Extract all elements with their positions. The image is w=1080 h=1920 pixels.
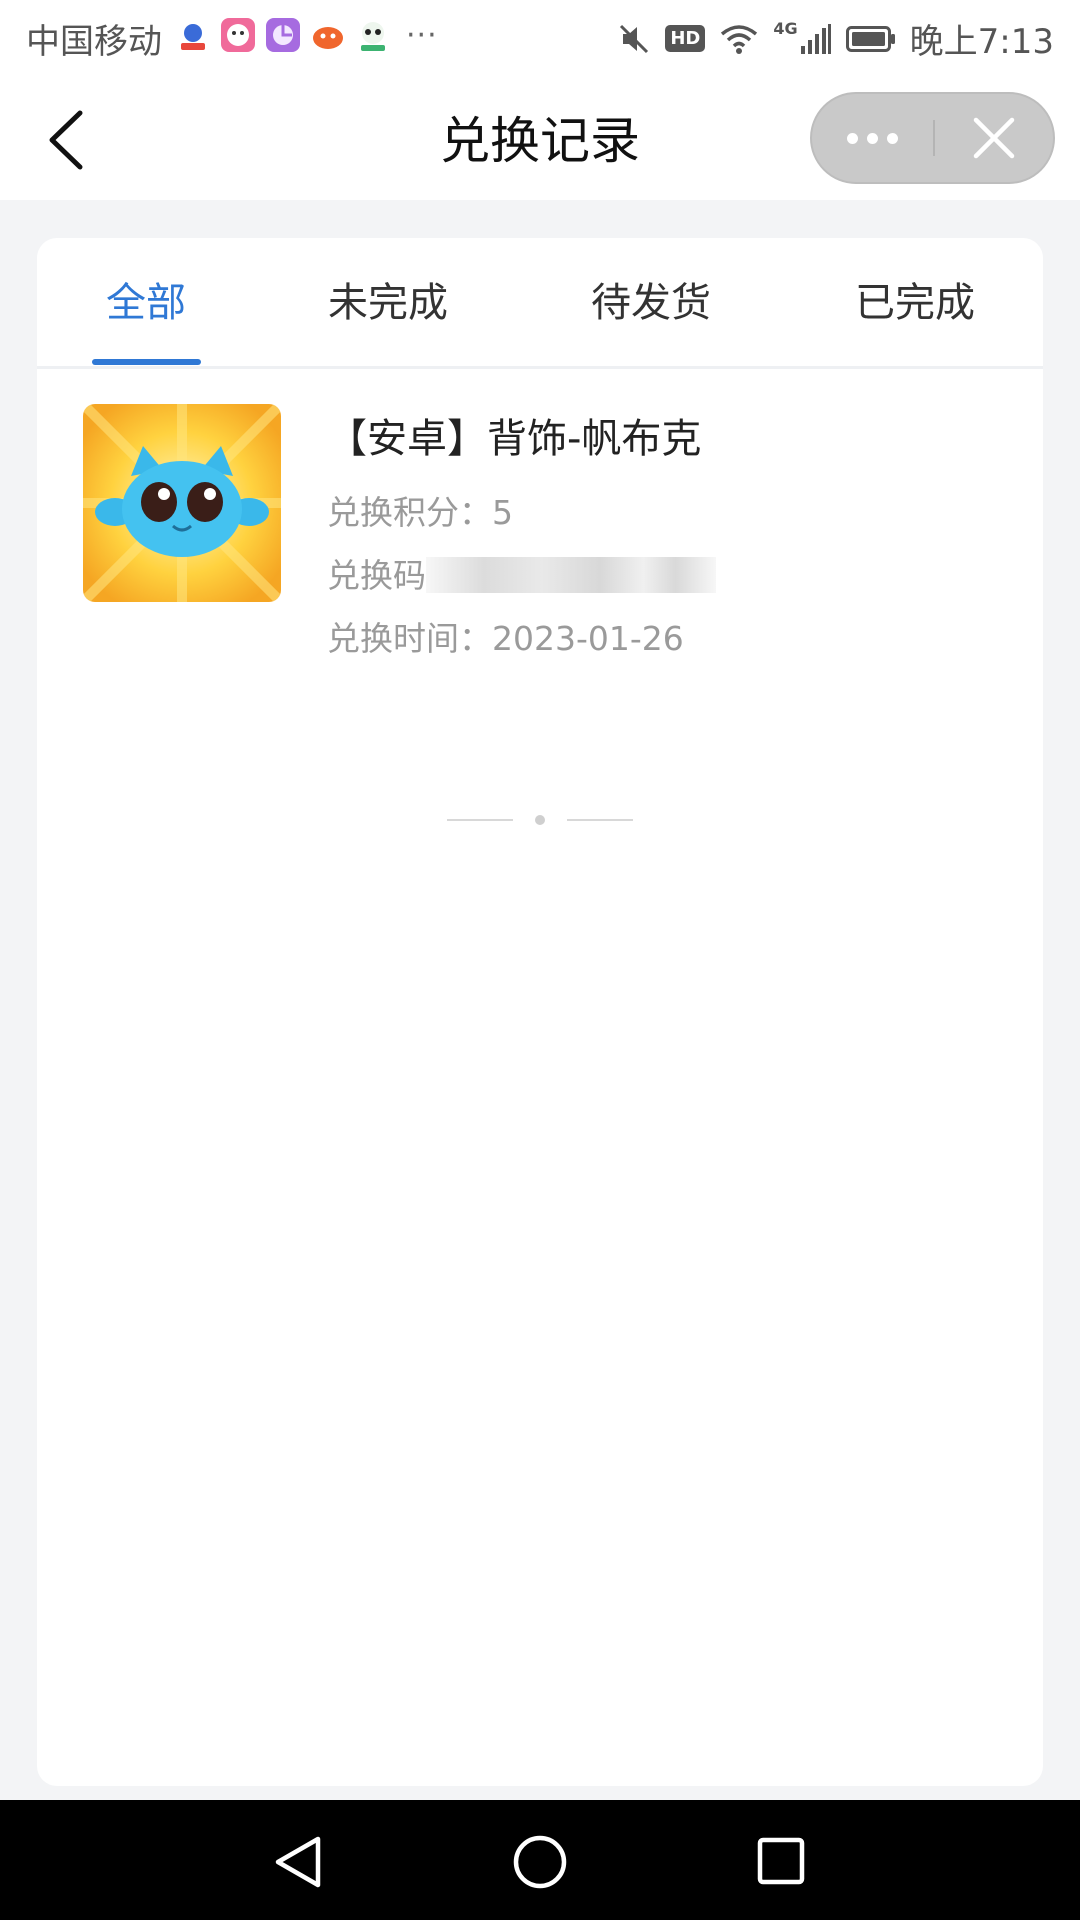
active-tab-indicator: [92, 359, 201, 365]
more-dots-icon: [846, 132, 858, 144]
code-label: 兑换码: [327, 556, 426, 595]
nav-bar: 兑换记录: [0, 75, 1080, 200]
home-circle-icon[interactable]: [512, 1834, 568, 1890]
points-label: 兑换积分：: [327, 493, 492, 532]
hd-badge: HD: [665, 25, 706, 52]
close-icon: [973, 117, 1015, 159]
network-type: 4G: [773, 19, 798, 38]
notification-icons: ···: [175, 17, 438, 53]
time-value: 2023-01-26: [492, 619, 684, 658]
carrier-name: 中国移动: [26, 22, 162, 62]
tab-incomplete[interactable]: 未完成: [328, 270, 448, 328]
points-value: 5: [492, 493, 513, 532]
tab-completed[interactable]: 已完成: [855, 270, 975, 328]
mute-icon: [620, 24, 649, 53]
close-button[interactable]: [935, 94, 1053, 182]
sticker-app-icon: [221, 18, 255, 52]
redacted-code: [426, 556, 716, 593]
signal-icon: [800, 23, 831, 54]
records-card: 全部 未完成 待发货 已完成 【安卓】背饰-帆布克 兑换积分：5 兑换码 兑换时…: [37, 238, 1043, 1786]
system-nav-bar: [0, 1800, 1080, 1920]
recents-square-icon[interactable]: [756, 1836, 806, 1886]
back-triangle-icon[interactable]: [272, 1834, 324, 1890]
tab-pending-shipment[interactable]: 待发货: [591, 270, 711, 328]
battery-icon: [845, 25, 895, 52]
points-row: 兑换积分：5: [327, 486, 513, 534]
end-of-list-indicator: [447, 815, 633, 825]
baidu-icon: [177, 19, 209, 51]
status-bar: 中国移动 ··· HD 4G 晚上7:13: [0, 0, 1080, 75]
item-thumbnail: [83, 404, 281, 602]
clock: 晚上7:13: [909, 22, 1054, 62]
panda-app-icon: [356, 18, 390, 52]
time-row: 兑换时间：2023-01-26: [327, 612, 684, 660]
wifi-icon: [721, 24, 758, 54]
mini-program-capsule: [810, 92, 1055, 184]
more-button[interactable]: [812, 94, 932, 182]
status-tabs: 全部 未完成 待发货 已完成: [37, 238, 1043, 369]
record-item[interactable]: 【安卓】背饰-帆布克 兑换积分：5 兑换码 兑换时间：2023-01-26: [37, 366, 1043, 696]
more-notifications-icon: ···: [406, 17, 438, 53]
time-label: 兑换时间：: [327, 619, 492, 658]
game-app-icon: [311, 18, 345, 52]
system-icons: HD 4G 晚上7:13: [617, 14, 1054, 63]
code-row: 兑换码: [327, 549, 716, 597]
item-title: 【安卓】背饰-帆布克: [327, 416, 702, 462]
tab-all[interactable]: 全部: [106, 270, 186, 328]
sheet-app-icon: [266, 18, 300, 52]
